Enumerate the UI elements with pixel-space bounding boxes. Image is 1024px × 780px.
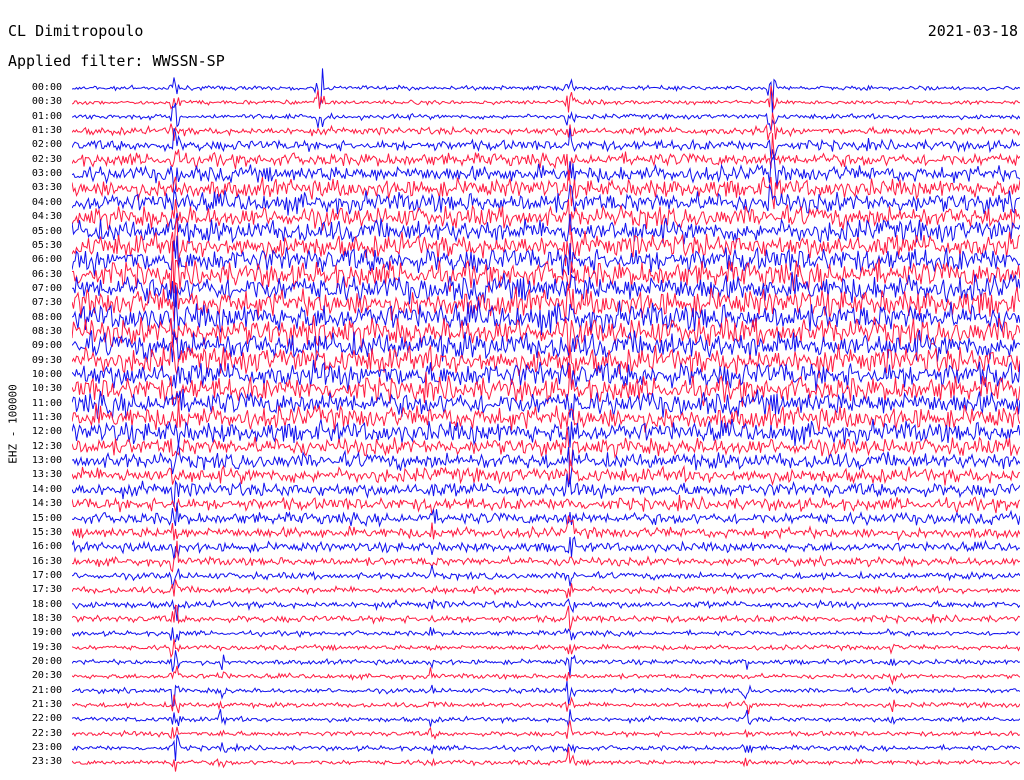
time-label: 12:30 (31, 440, 62, 452)
time-label: 13:30 (31, 469, 62, 481)
time-label: 13:00 (31, 455, 62, 467)
time-label: 08:00 (31, 311, 62, 323)
time-label: 22:00 (31, 713, 62, 725)
trace-line (72, 734, 1020, 761)
time-label: 10:00 (31, 369, 62, 380)
time-label: 06:30 (31, 268, 62, 280)
time-label: 02:00 (31, 139, 62, 151)
trace-line (72, 419, 1020, 448)
time-label: 05:30 (31, 239, 62, 251)
time-label: 20:30 (31, 670, 62, 682)
time-label: 09:00 (31, 340, 62, 352)
time-label: 15:30 (31, 526, 62, 538)
time-label: 10:30 (31, 383, 62, 395)
time-label: 14:30 (31, 498, 62, 510)
time-label: 17:30 (31, 584, 62, 596)
time-label: 23:30 (31, 756, 62, 768)
time-label: 05:00 (31, 225, 62, 237)
time-label: 00:30 (31, 96, 62, 108)
time-label: 18:00 (31, 598, 62, 610)
trace-line (72, 579, 1020, 599)
trace-line (72, 502, 1020, 528)
time-label: 04:00 (31, 196, 62, 208)
trace-line (72, 720, 1020, 741)
trace-line (72, 133, 1020, 181)
trace-line (72, 536, 1020, 561)
trace-line (72, 598, 1020, 621)
time-label: 19:00 (31, 627, 62, 639)
trace-line (72, 495, 1020, 515)
time-label: 04:30 (31, 211, 62, 223)
trace-line (72, 102, 1020, 132)
trace-line (72, 650, 1020, 676)
trace-line (72, 565, 1020, 589)
helicorder-trace-area (72, 0, 1020, 780)
time-label: 21:00 (31, 684, 62, 696)
time-label: 11:30 (31, 412, 62, 424)
time-label: 09:30 (31, 354, 62, 366)
time-label: 01:00 (31, 110, 62, 122)
time-label: 03:30 (31, 182, 62, 194)
time-label: 00:00 (31, 82, 62, 93)
time-label: 08:30 (31, 325, 62, 337)
time-axis: 00:00 00:30 01:00 01:30 02:00 02:30 03:00 03:30… (0, 0, 66, 780)
time-label: 14:00 (31, 483, 62, 495)
trace-line (72, 665, 1020, 686)
trace-line (72, 85, 1020, 113)
time-label: 17:00 (31, 569, 62, 581)
time-label: 16:30 (31, 555, 62, 567)
time-label: 22:30 (31, 727, 62, 739)
time-label: 01:30 (31, 125, 62, 137)
time-label: 21:30 (31, 699, 62, 711)
trace-line (72, 681, 1020, 708)
trace-line (72, 694, 1020, 715)
time-label: 20:00 (31, 656, 62, 667)
time-label: 06:00 (31, 254, 62, 266)
trace-line (72, 709, 1020, 728)
time-label: 07:30 (31, 297, 62, 309)
time-label: 07:00 (31, 282, 62, 294)
trace-line (72, 638, 1020, 659)
time-label: 19:30 (31, 641, 62, 653)
time-label: 23:00 (31, 742, 62, 754)
trace-line (72, 68, 1020, 115)
trace-line (72, 154, 1020, 195)
seismogram-traces (72, 68, 1020, 772)
trace-line (72, 747, 1020, 772)
trace-line (72, 604, 1020, 631)
trace-line (72, 285, 1020, 338)
time-label: 18:30 (31, 612, 62, 624)
time-label: 12:00 (31, 426, 62, 438)
trace-line (72, 627, 1020, 643)
time-label: 11:00 (31, 397, 62, 409)
time-label: 03:00 (31, 168, 62, 180)
time-label: 15:00 (31, 512, 62, 524)
trace-line (72, 199, 1020, 236)
time-label: 16:00 (31, 541, 62, 553)
time-label: 02:30 (31, 153, 62, 165)
